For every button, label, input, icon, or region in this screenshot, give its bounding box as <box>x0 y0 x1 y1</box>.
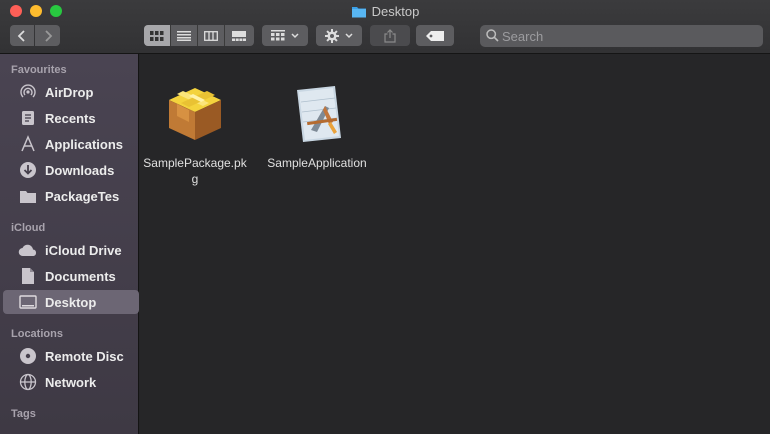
search-field[interactable] <box>480 25 763 47</box>
sidebar-item-desktop[interactable]: Desktop <box>3 290 139 314</box>
sidebar-item-label: Network <box>45 374 97 390</box>
sidebar-section-locations: Locations <box>11 328 63 340</box>
share-button[interactable] <box>370 25 410 46</box>
network-icon <box>18 373 38 391</box>
sidebar-item-label: AirDrop <box>45 84 94 100</box>
downloads-icon <box>18 161 38 179</box>
gallery-icon <box>231 30 246 41</box>
desktop-icon <box>18 293 38 311</box>
file-browser-area: SamplePackage.pkg SampleApplication <box>140 54 770 434</box>
airdrop-icon <box>18 83 38 101</box>
chevron-down-icon <box>291 32 299 38</box>
forward-button[interactable] <box>35 25 60 46</box>
search-icon <box>486 29 499 42</box>
cloud-icon <box>18 241 38 259</box>
recents-icon <box>18 109 38 127</box>
disc-icon <box>18 347 38 365</box>
sidebar-item-label: Desktop <box>45 294 97 310</box>
share-icon <box>384 28 396 43</box>
column-view-button[interactable] <box>198 25 225 46</box>
sidebar-item-label: Downloads <box>45 162 115 178</box>
toolbar: Desktop <box>0 0 770 54</box>
applications-icon <box>18 135 38 153</box>
chevron-left-icon <box>17 29 25 42</box>
icon-view-button[interactable] <box>144 25 171 46</box>
sidebar-item-airdrop[interactable]: AirDrop <box>3 80 139 104</box>
chevron-right-icon <box>44 29 52 42</box>
sidebar-item-label: Applications <box>45 136 124 152</box>
chevron-down-icon <box>345 32 353 38</box>
sidebar-section-favourites: Favourites <box>11 64 67 76</box>
document-icon <box>18 267 38 285</box>
sidebar-item-documents[interactable]: Documents <box>3 264 139 288</box>
folder-icon <box>351 5 367 22</box>
sidebar-item-label: iCloud Drive <box>45 242 122 258</box>
sidebar-item-downloads[interactable]: Downloads <box>3 158 139 182</box>
sidebar-item-network[interactable]: Network <box>3 370 139 394</box>
tag-icon <box>426 30 444 41</box>
sidebar-item-icloud-drive[interactable]: iCloud Drive <box>3 238 139 262</box>
sidebar-item-label: Remote Disc <box>45 348 124 364</box>
file-name: SamplePackage.pkg <box>143 156 247 186</box>
columns-icon <box>204 30 218 41</box>
file-item[interactable]: SamplePackage.pkg <box>140 82 250 187</box>
file-item[interactable]: SampleApplication <box>262 82 372 171</box>
search-input[interactable] <box>502 27 752 45</box>
edit-tags-button[interactable] <box>416 25 454 46</box>
group-by-button[interactable] <box>262 25 308 46</box>
list-icon <box>177 30 191 41</box>
sidebar-item-label: PackageTes <box>45 188 120 204</box>
file-name: SampleApplication <box>267 156 367 170</box>
sidebar-item-label: Documents <box>45 268 116 284</box>
sidebar-item-packagetes[interactable]: PackageTes <box>3 184 139 208</box>
sidebar-item-label: Recents <box>45 110 96 126</box>
gallery-view-button[interactable] <box>225 25 252 46</box>
application-icon <box>297 86 341 142</box>
window-title: Desktop <box>0 4 770 22</box>
back-button[interactable] <box>10 25 34 46</box>
sidebar-section-icloud: iCloud <box>11 222 46 234</box>
finder-window: Desktop Search Favourites AirDrop Recent… <box>0 0 770 434</box>
gear-icon <box>325 28 339 43</box>
action-menu-button[interactable] <box>316 25 362 46</box>
group-grid-icon <box>271 30 285 41</box>
folder-icon <box>18 187 38 205</box>
list-view-button[interactable] <box>171 25 198 46</box>
sidebar: Favourites AirDrop Recents Applications … <box>0 54 139 434</box>
sidebar-section-tags: Tags <box>11 408 36 420</box>
sidebar-item-applications[interactable]: Applications <box>3 132 139 156</box>
view-mode-control <box>144 25 254 46</box>
sidebar-item-remote-disc[interactable]: Remote Disc <box>3 344 139 368</box>
package-icon <box>169 88 221 140</box>
grid-icon <box>150 30 164 41</box>
sidebar-item-recents[interactable]: Recents <box>3 106 139 130</box>
